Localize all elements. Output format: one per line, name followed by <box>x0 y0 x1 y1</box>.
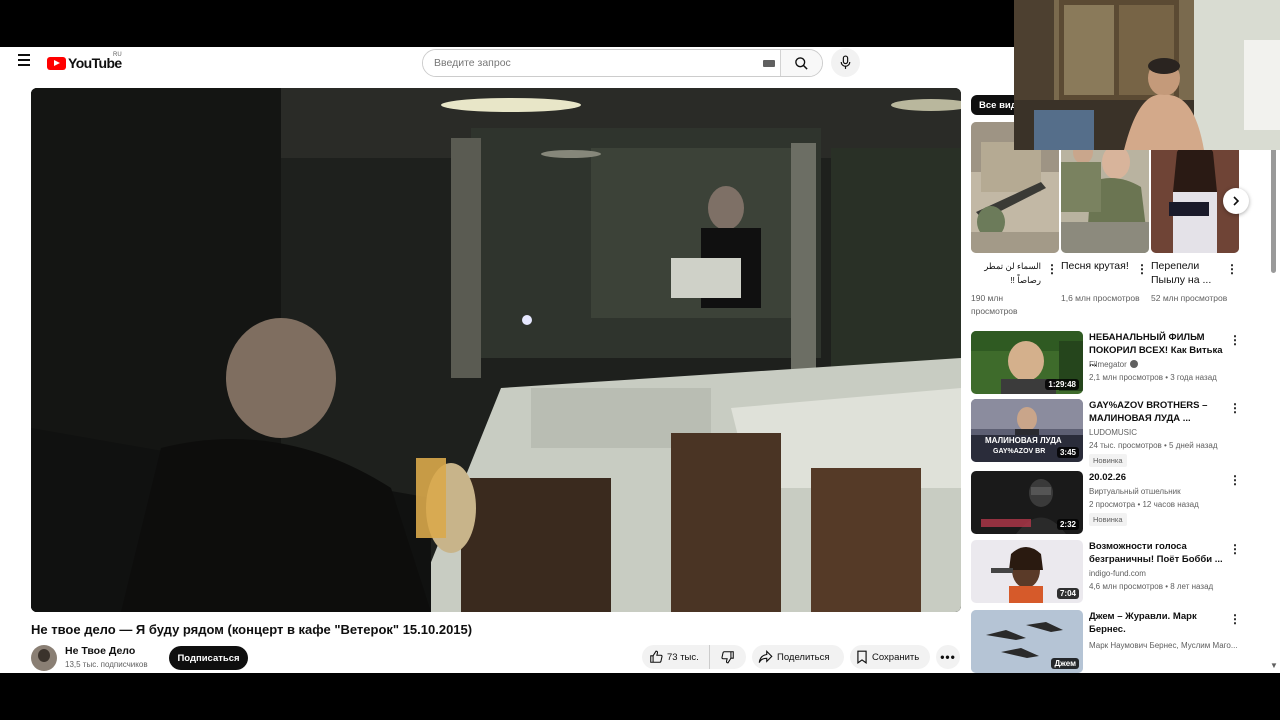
rec-channel: LUDOMUSIC <box>1089 428 1138 437</box>
video-thumbnail: МАЛИНОВАЯ ЛУДА GAY%AZOV BR 3:45 <box>971 399 1083 462</box>
keyboard-icon[interactable] <box>758 50 780 76</box>
kebab-menu-icon[interactable]: ⋮ <box>1229 401 1241 415</box>
like-button[interactable]: 73 тыс. <box>642 645 710 669</box>
duration-badge: Джем <box>1051 658 1079 669</box>
short-views: 190 млн просмотров <box>971 293 1018 316</box>
rec-channel: Виртуальный отшельник <box>1089 487 1181 496</box>
rec-channel: Марк Наумович Бернес, Муслим Маго... <box>1089 641 1238 650</box>
short-views: 52 млн просмотров <box>1151 293 1228 303</box>
dislike-button[interactable] <box>710 645 746 669</box>
screen: YouTube RU Введите запрос Не твое дело —… <box>0 0 1280 720</box>
save-label: Сохранить <box>872 651 920 663</box>
video-title: Не твое дело — Я буду рядом (концерт в к… <box>31 622 473 637</box>
voice-search-button[interactable] <box>831 48 860 77</box>
webcam-overlay <box>1014 0 1280 150</box>
kebab-menu-icon[interactable]: ⋮ <box>1229 542 1241 556</box>
recommendation-item[interactable]: Джем Джем – Журавли. Марк Бернес. Марк Н… <box>971 610 1241 673</box>
channel-avatar[interactable] <box>31 645 57 671</box>
thumbnail-subtext: GAY%AZOV BR <box>993 448 1046 455</box>
youtube-logo-icon <box>47 56 66 70</box>
country-code: RU <box>113 52 122 58</box>
search-input[interactable] <box>423 50 758 76</box>
dislike-icon <box>721 651 734 664</box>
short-title: Песня крутая! <box>1061 260 1129 272</box>
duration-badge: 7:04 <box>1056 588 1079 599</box>
menu-icon[interactable] <box>14 51 34 71</box>
new-badge: Новинка <box>1089 513 1127 526</box>
video-thumbnail: 2:32 <box>971 471 1083 534</box>
kebab-menu-icon[interactable]: ⋮ <box>1229 333 1241 347</box>
rec-meta: 4,6 млн просмотров • 8 лет назад <box>1089 582 1214 591</box>
rec-title: GAY%AZOV BROTHERS – МАЛИНОВАЯ ЛУДА ... <box>1089 400 1208 424</box>
like-dislike-group: 73 тыс. <box>642 645 746 669</box>
rec-title: Возможности голоса безграничны! Поёт Боб… <box>1089 541 1223 565</box>
share-label: Поделиться <box>777 651 830 663</box>
rec-channel: Filmegator <box>1089 360 1138 369</box>
save-icon <box>857 650 867 664</box>
recommendation-item[interactable]: 2:32 20.02.26 Виртуальный отшельник 2 пр… <box>971 471 1241 535</box>
thumbnail-text: МАЛИНОВАЯ ЛУДА <box>985 436 1062 445</box>
share-button[interactable]: Поделиться <box>752 645 844 669</box>
like-icon <box>650 650 663 663</box>
recommendation-item[interactable]: 7:04 Возможности голоса безграничны! Поё… <box>971 540 1241 604</box>
duration-badge: 1:29:48 <box>1045 379 1079 390</box>
save-button[interactable]: Сохранить <box>850 645 930 669</box>
kebab-menu-icon[interactable]: ⋮ <box>1046 262 1058 276</box>
like-count: 73 тыс. <box>667 651 699 663</box>
more-icon: ••• <box>940 650 956 664</box>
short-title: السماء لن تمطر رصاصاً !! <box>984 261 1041 285</box>
scroll-down-arrow[interactable]: ▼ <box>1270 661 1278 670</box>
more-actions-button[interactable]: ••• <box>936 645 960 669</box>
video-frame <box>31 88 961 612</box>
subscribe-button[interactable]: Подписаться <box>169 646 248 670</box>
duration-badge: 2:32 <box>1056 519 1079 530</box>
duration-badge: 3:45 <box>1056 447 1079 458</box>
kebab-menu-icon[interactable]: ⋮ <box>1136 262 1148 276</box>
mic-icon <box>840 55 851 69</box>
recommendation-item[interactable]: МАЛИНОВАЯ ЛУДА GAY%AZOV BR 3:45 GAY%AZOV… <box>971 399 1241 467</box>
rec-title: Джем – Журавли. Марк Бернес. <box>1089 611 1197 635</box>
short-views: 1,6 млн просмотров <box>1061 293 1140 303</box>
rec-meta: 2,1 млн просмотров • 3 года назад <box>1089 373 1217 382</box>
rec-meta: 24 тыс. просмотров • 5 дней назад <box>1089 441 1218 450</box>
video-thumbnail: Джем <box>971 610 1083 673</box>
subscriber-count: 13,5 тыс. подписчиков <box>65 660 148 669</box>
search-box <box>422 49 823 77</box>
recommendation-item[interactable]: 1:29:48 НЕБАНАЛЬНЫЙ ФИЛЬМ ПОКОРИЛ ВСЕХ! … <box>971 331 1241 395</box>
kebab-menu-icon[interactable]: ⋮ <box>1229 473 1241 487</box>
video-thumbnail: 7:04 <box>971 540 1083 603</box>
new-badge: Новинка <box>1089 454 1127 467</box>
search-button[interactable] <box>780 50 822 76</box>
video-thumbnail: 1:29:48 <box>971 331 1083 394</box>
chevron-right-icon <box>1233 196 1240 206</box>
rec-channel-name: Filmegator <box>1089 360 1127 369</box>
channel-name[interactable]: Не Твое Дело <box>65 645 135 657</box>
kebab-menu-icon[interactable]: ⋮ <box>1229 612 1241 626</box>
shorts-next-button[interactable] <box>1223 188 1249 214</box>
rec-channel: indigo-fund.com <box>1089 569 1146 578</box>
share-icon <box>758 650 773 663</box>
page-scrollbar[interactable] <box>1271 147 1276 273</box>
video-player[interactable] <box>31 88 961 612</box>
youtube-logo[interactable]: YouTube <box>47 55 122 71</box>
short-title: Перепели Пыылу на ... <box>1151 260 1212 286</box>
rec-title: 20.02.26 <box>1089 472 1126 483</box>
kebab-menu-icon[interactable]: ⋮ <box>1226 262 1238 276</box>
rec-meta: 2 просмотра • 12 часов назад <box>1089 500 1199 509</box>
search-icon <box>795 56 808 70</box>
verified-icon <box>1129 360 1138 368</box>
